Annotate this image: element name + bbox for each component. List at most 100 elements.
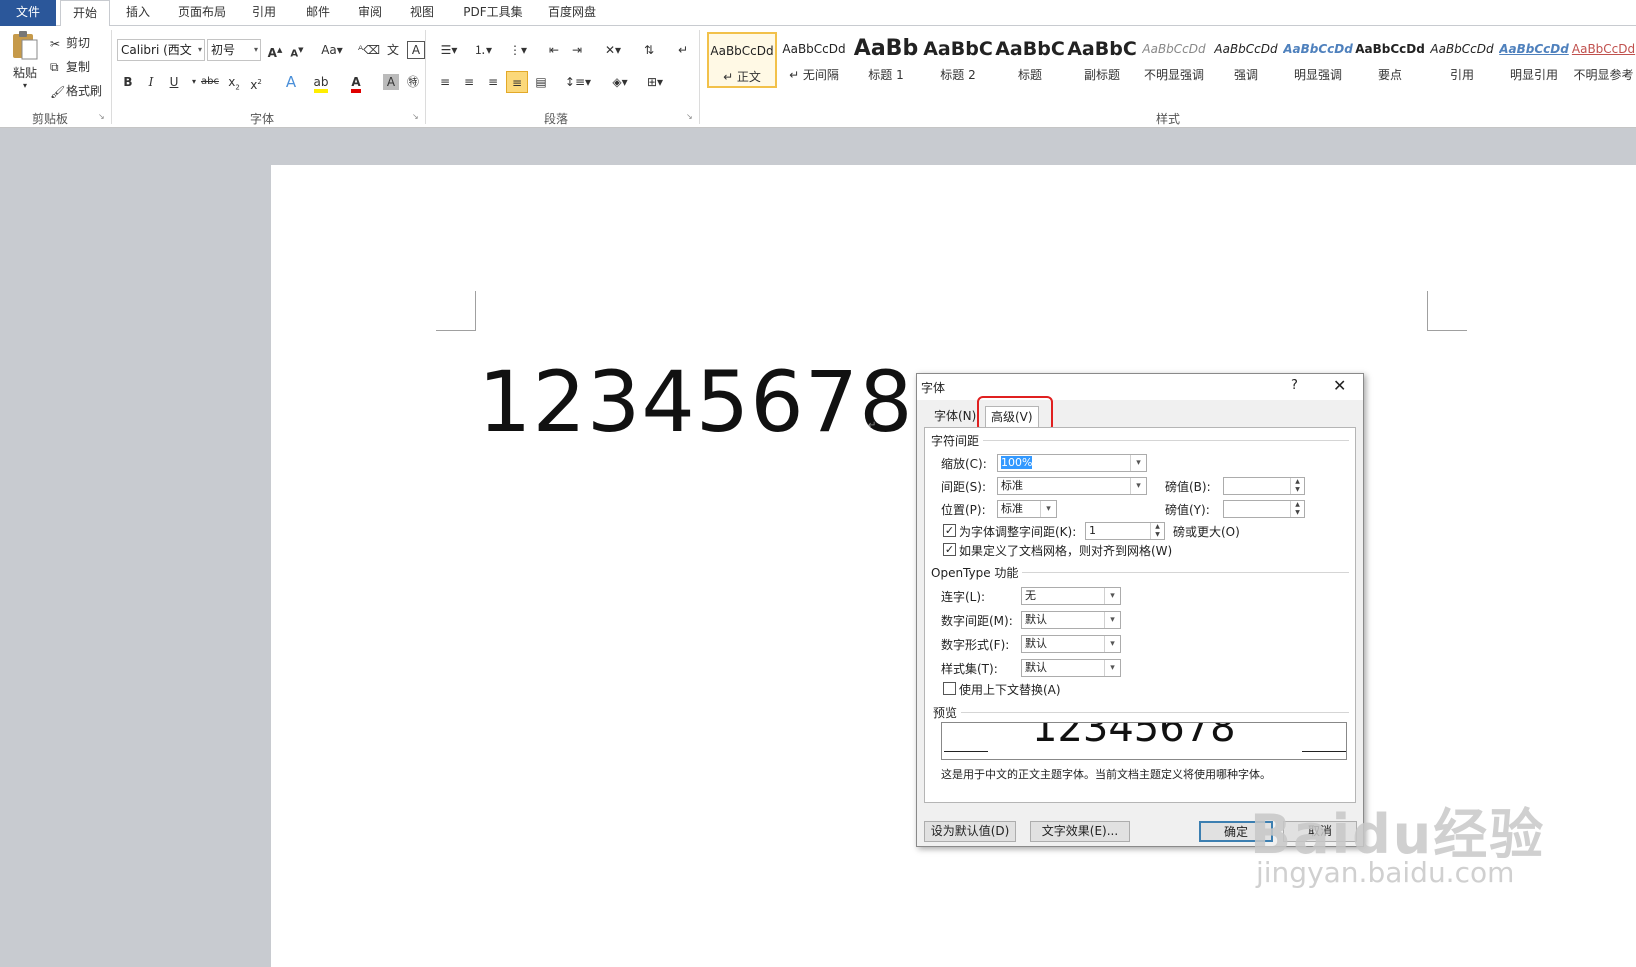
align-center-icon[interactable]: ≡ bbox=[458, 71, 480, 93]
scale-combo[interactable]: 100% ▾ bbox=[997, 454, 1147, 472]
tab-file[interactable]: 文件 bbox=[0, 0, 56, 26]
number-forms-combo[interactable]: 默认 ▾ bbox=[1021, 635, 1121, 653]
tab-review[interactable]: 审阅 bbox=[346, 0, 394, 26]
number-spacing-combo[interactable]: 默认 ▾ bbox=[1021, 611, 1121, 629]
chevron-down-icon: ▾ bbox=[1130, 478, 1146, 494]
position-by-spinner[interactable]: ▲ ▼ bbox=[1223, 500, 1305, 518]
paste-dropdown-icon[interactable]: ▾ bbox=[8, 81, 42, 90]
text-effects-icon[interactable]: A bbox=[280, 71, 302, 93]
bold-icon[interactable]: B bbox=[117, 71, 139, 93]
phonetic-guide-icon[interactable]: 文 bbox=[382, 39, 404, 61]
tab-page-layout[interactable]: 页面布局 bbox=[170, 0, 234, 26]
scissors-icon: ✂ bbox=[50, 36, 61, 51]
text-effects-button[interactable]: 文字效果(E)... bbox=[1030, 821, 1130, 842]
paste-label: 粘贴 bbox=[12, 66, 37, 80]
cut-button[interactable]: ✂ 剪切 bbox=[50, 34, 90, 51]
style-heading-2[interactable]: AaBbC 标题 2 bbox=[923, 32, 993, 88]
tab-mailings[interactable]: 邮件 bbox=[294, 0, 342, 26]
superscript-icon[interactable]: x2 bbox=[245, 71, 267, 93]
style-strong[interactable]: AaBbCcDd 要点 bbox=[1355, 32, 1425, 88]
enclose-char-icon[interactable]: ㊕ bbox=[402, 71, 424, 93]
font-color-icon[interactable]: A bbox=[345, 71, 367, 93]
ligatures-combo[interactable]: 无 ▾ bbox=[1021, 587, 1121, 605]
kerning-spinner[interactable]: 1 ▲ ▼ bbox=[1085, 522, 1165, 540]
align-right-icon[interactable]: ≡ bbox=[482, 71, 504, 93]
chinese-layout-icon[interactable]: ✕▾ bbox=[598, 39, 628, 61]
multilevel-list-icon[interactable]: ⋮▾ bbox=[503, 39, 533, 61]
spacing-value: 标准 bbox=[1001, 479, 1023, 492]
spinner-arrows-icon[interactable]: ▲ ▼ bbox=[1290, 501, 1304, 517]
style-intense-emphasis[interactable]: AaBbCcDd 明显强调 bbox=[1283, 32, 1353, 88]
subscript-icon[interactable]: x2 bbox=[223, 71, 245, 93]
clear-format-icon[interactable]: ᴬ⌫ bbox=[358, 39, 380, 61]
copy-button[interactable]: ⧉ 复制 bbox=[50, 58, 90, 75]
tab-font[interactable]: 字体(N) bbox=[929, 406, 981, 426]
font-size-combo[interactable]: 初号 ▾ bbox=[207, 39, 261, 61]
spinner-arrows-icon[interactable]: ▲ ▼ bbox=[1290, 478, 1304, 494]
justify-icon[interactable]: ≡ bbox=[506, 71, 528, 93]
shrink-font-icon[interactable]: A▼ bbox=[286, 39, 308, 61]
line-spacing-icon[interactable]: ↕≡▾ bbox=[563, 71, 593, 93]
shading-icon[interactable]: ◈▾ bbox=[605, 71, 635, 93]
highlight-icon[interactable]: ab bbox=[310, 71, 332, 93]
distributed-icon[interactable]: ▤ bbox=[530, 71, 552, 93]
char-border-icon[interactable]: A bbox=[407, 41, 425, 59]
clipboard-launcher-icon[interactable]: ↘ bbox=[98, 112, 105, 121]
tab-baidu-netdisk[interactable]: 百度网盘 bbox=[538, 0, 606, 26]
spinner-arrows-icon[interactable]: ▲ ▼ bbox=[1150, 523, 1164, 539]
style-normal[interactable]: AaBbCcDd ↵ 正文 bbox=[707, 32, 777, 88]
stylistic-sets-value: 默认 bbox=[1025, 661, 1047, 674]
style-quote[interactable]: AaBbCcDd 引用 bbox=[1427, 32, 1497, 88]
position-combo[interactable]: 标准 ▾ bbox=[997, 500, 1057, 518]
style-intense-quote[interactable]: AaBbCcDd 明显引用 bbox=[1499, 32, 1569, 88]
chevron-down-icon: ▾ bbox=[1040, 501, 1056, 517]
paste-button[interactable]: 粘贴 ▾ bbox=[8, 30, 42, 90]
position-value: 标准 bbox=[1001, 502, 1023, 515]
style-title[interactable]: AaBbC 标题 bbox=[995, 32, 1065, 88]
stylistic-sets-combo[interactable]: 默认 ▾ bbox=[1021, 659, 1121, 677]
style-emphasis[interactable]: AaBbCcDd 强调 bbox=[1211, 32, 1281, 88]
tab-insert[interactable]: 插入 bbox=[114, 0, 162, 26]
char-shading-icon[interactable]: A bbox=[383, 74, 399, 90]
numbering-icon[interactable]: ⒈▾ bbox=[468, 39, 498, 61]
italic-icon[interactable]: I bbox=[140, 71, 162, 93]
document-text[interactable]: 12345678 bbox=[478, 353, 914, 451]
stylistic-sets-label: 样式集(T): bbox=[941, 662, 998, 676]
bullets-icon[interactable]: ☰▾ bbox=[434, 39, 464, 61]
style-sample: AaBbC bbox=[995, 38, 1065, 60]
grow-font-icon[interactable]: A▲ bbox=[264, 39, 286, 61]
decrease-indent-icon[interactable]: ⇤ bbox=[543, 39, 565, 61]
spacing-by-label: 磅值(B): bbox=[1165, 480, 1211, 494]
tab-home[interactable]: 开始 bbox=[60, 0, 110, 27]
style-subtle-reference[interactable]: AaBbCcDd 不明显参考 bbox=[1571, 32, 1636, 88]
change-case-icon[interactable]: Aa▾ bbox=[318, 39, 346, 61]
underline-icon[interactable]: U bbox=[163, 71, 185, 93]
style-subtle-emphasis[interactable]: AaBbCcDd 不明显强调 bbox=[1139, 32, 1209, 88]
strikethrough-icon[interactable]: abc bbox=[199, 71, 221, 93]
tab-references[interactable]: 引用 bbox=[240, 0, 288, 26]
close-icon[interactable]: ✕ bbox=[1333, 376, 1346, 395]
snap-to-grid-checkbox[interactable]: ✓ bbox=[943, 543, 956, 556]
sort-icon[interactable]: ⇅ bbox=[638, 39, 660, 61]
borders-icon[interactable]: ⊞▾ bbox=[640, 71, 670, 93]
increase-indent-icon[interactable]: ⇥ bbox=[566, 39, 588, 61]
spacing-by-spinner[interactable]: ▲ ▼ bbox=[1223, 477, 1305, 495]
paragraph-launcher-icon[interactable]: ↘ bbox=[686, 112, 693, 121]
style-subtitle[interactable]: AaBbC 副标题 bbox=[1067, 32, 1137, 88]
font-name-value: Calibri (西文 bbox=[121, 43, 192, 57]
number-forms-value: 默认 bbox=[1025, 637, 1047, 650]
style-heading-1[interactable]: AaBb 标题 1 bbox=[851, 32, 921, 88]
tab-view[interactable]: 视图 bbox=[398, 0, 446, 26]
help-icon[interactable]: ? bbox=[1291, 378, 1298, 393]
spacing-combo[interactable]: 标准 ▾ bbox=[997, 477, 1147, 495]
format-painter-button[interactable]: 🖌格式刷 bbox=[50, 82, 102, 99]
set-default-button[interactable]: 设为默认值(D) bbox=[924, 821, 1016, 842]
show-marks-icon[interactable]: ↵ bbox=[672, 39, 694, 61]
contextual-alternates-checkbox[interactable] bbox=[943, 682, 956, 695]
font-name-combo[interactable]: Calibri (西文 ▾ bbox=[117, 39, 205, 61]
align-left-icon[interactable]: ≡ bbox=[434, 71, 456, 93]
font-launcher-icon[interactable]: ↘ bbox=[412, 112, 419, 121]
tab-pdf-tools[interactable]: PDF工具集 bbox=[452, 0, 534, 26]
kerning-checkbox[interactable]: ✓ bbox=[943, 524, 956, 537]
style-no-spacing[interactable]: AaBbCcDd ↵ 无间隔 bbox=[779, 32, 849, 88]
